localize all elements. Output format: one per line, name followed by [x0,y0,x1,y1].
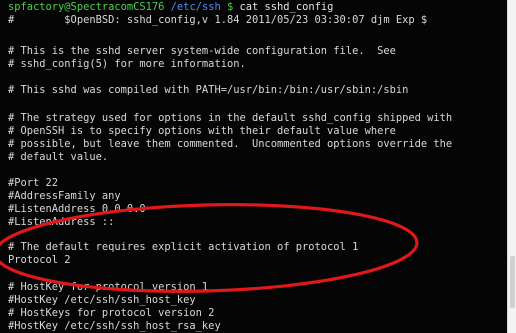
prompt-command: cat sshd_config [239,1,334,13]
config-listen-address-line: #ListenAddress 0.0.0.0 [8,203,146,215]
prompt-line: spfactory@SpectracomCS176 /etc/ssh $ cat… [8,1,333,13]
config-hostkey-line: #HostKey /etc/ssh/ssh_host_key [8,294,196,306]
prompt-user-host: spfactory@SpectracomCS176 [8,1,165,13]
config-comment-line: # default value. [8,151,109,163]
config-comment-line: # sshd_config(5) for more information. [8,58,246,70]
config-listen-address-line: #ListenAddress :: [8,216,115,228]
config-hostkey-comment-line: # HostKey for protocol version 1 [8,281,209,293]
config-comment-line: # OpenSSH is to specify options with the… [8,125,396,137]
terminal-window[interactable]: spfactory@SpectracomCS176 /etc/ssh $ cat… [0,0,507,333]
config-comment-line: # This is the sshd server system-wide co… [8,45,396,57]
config-comment-line: # The strategy used for options in the d… [8,112,453,124]
config-comment-line: # This sshd was compiled with PATH=/usr/… [8,84,409,96]
config-hostkey-rsa-line: #HostKey /etc/ssh/ssh_host_rsa_key [8,320,221,332]
config-comment-line: # possible, but leave them commented. Un… [8,138,453,150]
config-address-family-line: #AddressFamily any [8,190,121,202]
scrollbar-thumb[interactable] [510,256,515,308]
config-protocol-comment-line: # The default requires explicit activati… [8,241,359,253]
prompt-path: /etc/ssh [170,1,221,13]
prompt-symbol: $ [226,1,234,13]
vertical-scrollbar[interactable] [507,0,516,333]
config-port-line: #Port 22 [8,177,59,189]
config-protocol-line: Protocol 2 [8,254,71,266]
config-hostkeys-comment-line: # HostKeys for protocol version 2 [8,307,215,319]
openbsd-header-line: # $OpenBSD: sshd_config,v 1.84 2011/05/2… [8,14,428,26]
